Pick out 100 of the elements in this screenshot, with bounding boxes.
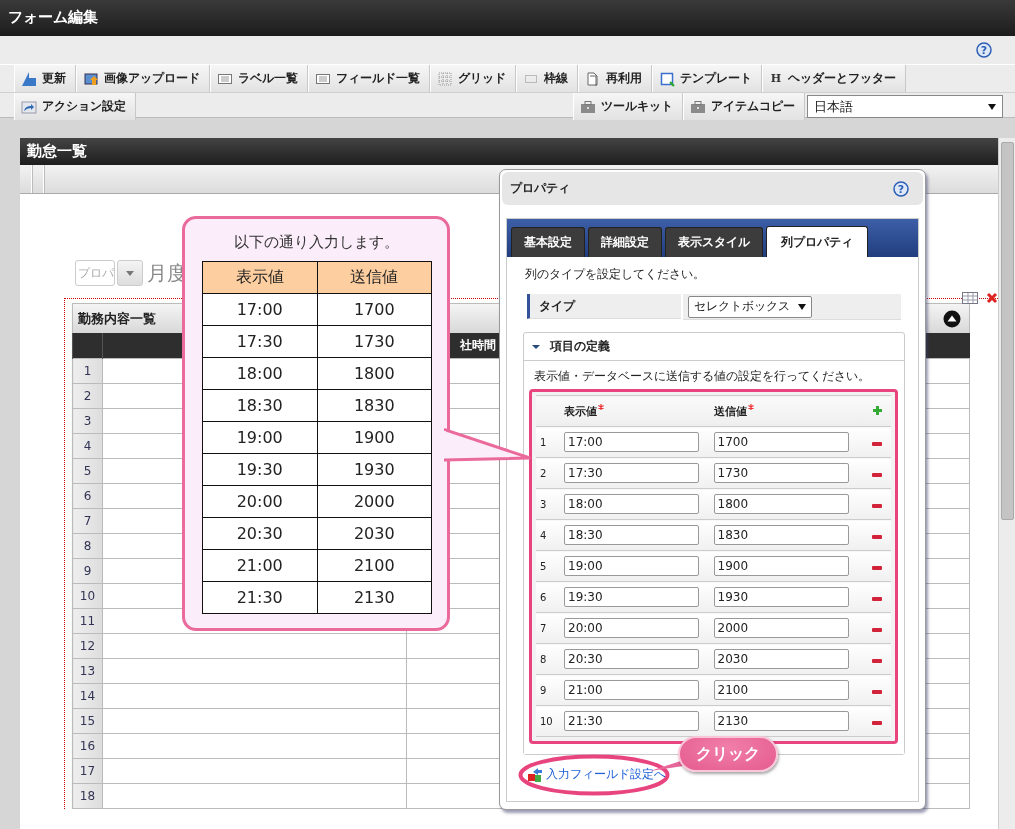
toolbar-button[interactable]: H ヘッダーとフッター bbox=[762, 65, 906, 92]
send-value-field[interactable]: 1900 bbox=[713, 556, 849, 576]
section-header[interactable]: 項目の定義 bbox=[524, 333, 904, 361]
send-value-field[interactable]: 2000 bbox=[713, 618, 849, 638]
toolbar-icon bbox=[659, 70, 675, 87]
tab[interactable]: 基本設定 bbox=[511, 227, 585, 257]
table-cell: 1700 bbox=[317, 293, 432, 326]
form-title-bar: 勤怠一覧 bbox=[20, 138, 998, 165]
row-number: 13 bbox=[72, 658, 103, 684]
header-cell bbox=[72, 333, 103, 359]
table-cell: 17:30 bbox=[202, 325, 317, 358]
window-title: フォーム編集 bbox=[7, 7, 98, 27]
column-header: 送信値 bbox=[713, 403, 754, 419]
type-select[interactable]: セレクトボックス bbox=[688, 295, 812, 318]
toolbar-button[interactable]: テンプレート bbox=[652, 65, 762, 92]
display-value-field[interactable]: 20:30 bbox=[564, 649, 699, 669]
row-number: 16 bbox=[72, 733, 103, 759]
send-value-field[interactable]: 2100 bbox=[713, 680, 849, 700]
toolbar-button[interactable]: ラベル一覧 bbox=[210, 65, 308, 92]
send-value-field[interactable]: 2030 bbox=[713, 649, 849, 669]
language-select[interactable]: 日本語 bbox=[807, 95, 1003, 118]
caret-icon bbox=[798, 303, 806, 310]
table-cell: 18:00 bbox=[202, 357, 317, 390]
table-cell: 2100 bbox=[317, 549, 432, 582]
toolbar-button[interactable]: 更新 bbox=[14, 65, 76, 92]
table-header: 送信値 bbox=[317, 261, 432, 294]
remove-icon[interactable] bbox=[872, 658, 882, 663]
table-cell[interactable] bbox=[102, 708, 407, 734]
display-value-field[interactable]: 21:30 bbox=[564, 711, 699, 731]
table-cell[interactable] bbox=[102, 783, 407, 809]
dropdown-button[interactable] bbox=[117, 260, 143, 286]
send-value-field[interactable]: 1830 bbox=[713, 525, 849, 545]
toolbar-button[interactable]: ツールキット bbox=[573, 93, 683, 120]
remove-icon[interactable] bbox=[872, 596, 882, 601]
row-number: 3 bbox=[540, 498, 547, 510]
display-value-field[interactable]: 17:00 bbox=[564, 432, 699, 452]
row-number: 3 bbox=[72, 408, 103, 434]
toolbar-button[interactable]: アクション設定 bbox=[14, 93, 136, 120]
table-cell[interactable] bbox=[102, 658, 407, 684]
table-cell[interactable] bbox=[102, 633, 407, 659]
display-value-field[interactable]: 17:30 bbox=[564, 463, 699, 483]
toolbar-button[interactable]: フィールド一覧 bbox=[308, 65, 430, 92]
grid-icon[interactable] bbox=[962, 292, 978, 304]
remove-icon[interactable] bbox=[872, 689, 882, 694]
scrollbar[interactable] bbox=[998, 138, 1015, 829]
remove-icon[interactable] bbox=[872, 472, 882, 477]
instruction-text: 列のタイプを設定してください。 bbox=[525, 266, 706, 283]
send-value-field[interactable]: 1800 bbox=[713, 494, 849, 514]
header-footer-icon: H bbox=[769, 72, 783, 85]
toolbar-button[interactable]: 再利用 bbox=[578, 65, 652, 92]
collapse-icon[interactable] bbox=[943, 309, 961, 328]
briefcase-icon bbox=[580, 98, 596, 115]
row-number: 5 bbox=[540, 560, 547, 572]
delete-icon[interactable] bbox=[986, 292, 998, 304]
display-value-field[interactable]: 18:30 bbox=[564, 525, 699, 545]
row-number: 18 bbox=[72, 783, 103, 809]
row-number: 14 bbox=[72, 683, 103, 709]
tab[interactable]: 表示スタイル bbox=[665, 227, 763, 257]
display-value-field[interactable]: 19:00 bbox=[564, 556, 699, 576]
remove-icon[interactable] bbox=[872, 720, 882, 725]
table-cell[interactable] bbox=[102, 758, 407, 784]
send-value-field[interactable]: 2130 bbox=[713, 711, 849, 731]
send-value-field[interactable]: 1700 bbox=[713, 432, 849, 452]
add-icon[interactable] bbox=[872, 405, 882, 415]
table-cell: 20:00 bbox=[202, 485, 317, 518]
table-cell[interactable] bbox=[102, 733, 407, 759]
row-number: 15 bbox=[72, 708, 103, 734]
help-icon[interactable]: ? bbox=[893, 180, 909, 197]
send-value-field[interactable]: 1930 bbox=[713, 587, 849, 607]
remove-icon[interactable] bbox=[872, 565, 882, 570]
column-header: 表示値 bbox=[564, 403, 604, 419]
remove-icon[interactable] bbox=[872, 627, 882, 632]
row-number: 8 bbox=[72, 533, 103, 559]
toolbar-icon bbox=[83, 70, 99, 87]
tab[interactable]: 詳細設定 bbox=[588, 227, 662, 257]
toolbar-button[interactable]: 枠線 bbox=[516, 65, 578, 92]
toolbar-button[interactable]: グリッド bbox=[430, 65, 516, 92]
table-cell[interactable] bbox=[102, 683, 407, 709]
toolbar-button[interactable]: アイテムコピー bbox=[683, 93, 805, 120]
remove-icon[interactable] bbox=[872, 503, 882, 508]
send-value-field[interactable]: 1730 bbox=[713, 463, 849, 483]
remove-icon[interactable] bbox=[872, 441, 882, 446]
display-value-field[interactable]: 20:00 bbox=[564, 618, 699, 638]
row-number: 6 bbox=[540, 591, 547, 603]
row-number: 7 bbox=[540, 622, 547, 634]
toolbar-button[interactable]: 画像アップロード bbox=[76, 65, 210, 92]
row-number: 1 bbox=[540, 436, 547, 448]
caret-icon bbox=[988, 103, 996, 110]
callout-text: 以下の通り入力します。 bbox=[232, 233, 400, 252]
remove-icon[interactable] bbox=[872, 534, 882, 539]
row-number: 4 bbox=[72, 433, 103, 459]
row-number: 2 bbox=[72, 383, 103, 409]
click-badge: クリック bbox=[678, 736, 778, 772]
table-cell: 20:30 bbox=[202, 517, 317, 550]
display-value-field[interactable]: 19:30 bbox=[564, 587, 699, 607]
help-icon[interactable]: ? bbox=[976, 42, 992, 58]
tab[interactable]: 列プロパティ bbox=[766, 226, 868, 257]
display-value-field[interactable]: 21:00 bbox=[564, 680, 699, 700]
table-cell: 21:30 bbox=[202, 581, 317, 614]
display-value-field[interactable]: 18:00 bbox=[564, 494, 699, 514]
